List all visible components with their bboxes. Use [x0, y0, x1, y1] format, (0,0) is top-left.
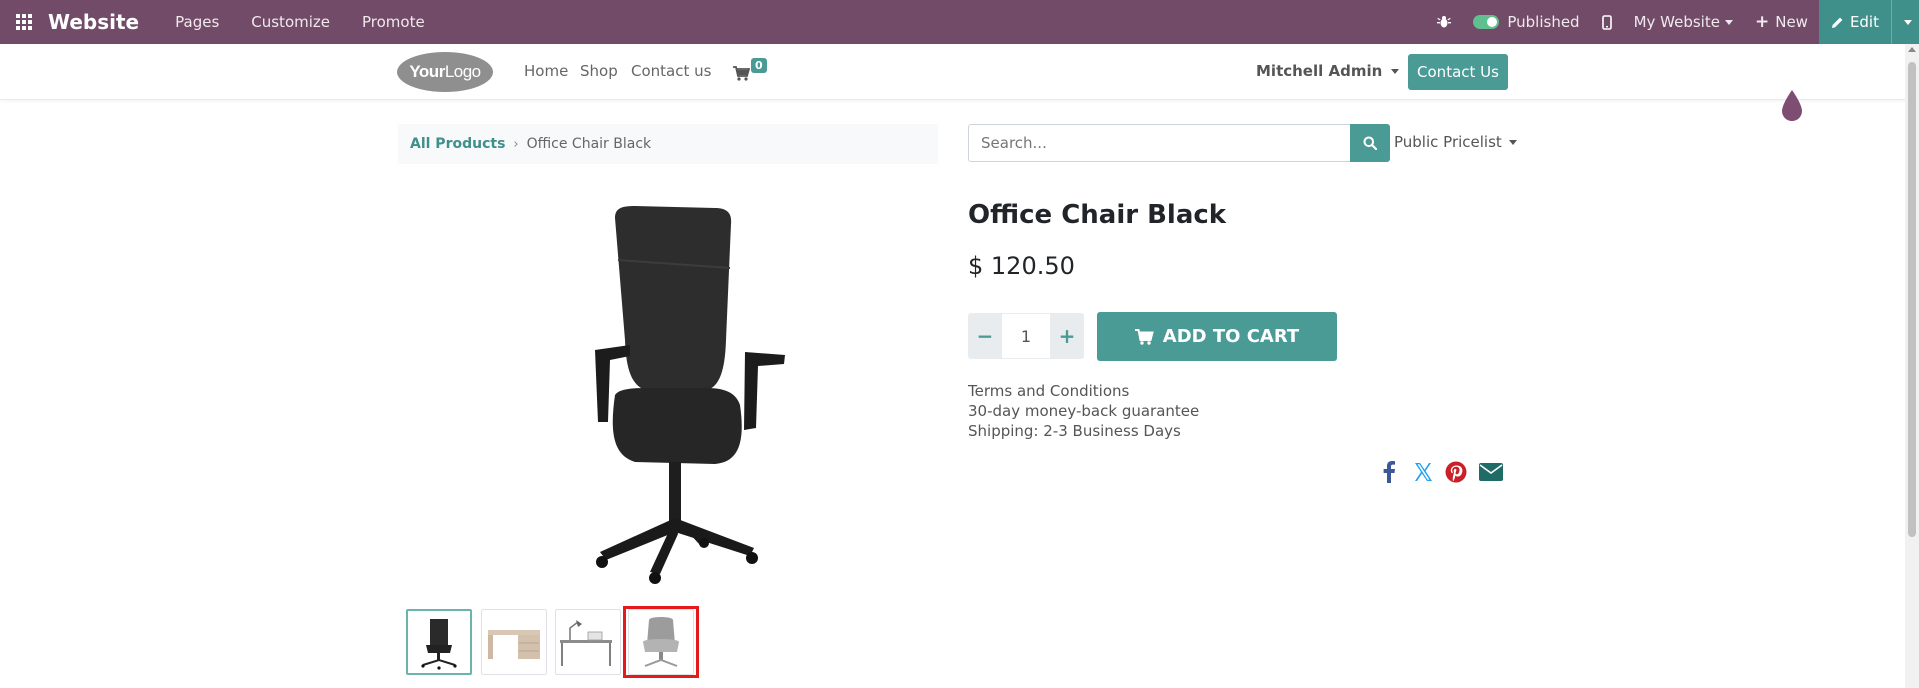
thumbnail-office-chair-black[interactable] [406, 609, 472, 675]
breadcrumb: All Products › Office Chair Black [398, 124, 938, 164]
nav-contact-us[interactable]: Contact us [631, 62, 711, 80]
user-menu[interactable]: Mitchell Admin [1256, 62, 1400, 80]
terms-line-shipping: Shipping: 2-3 Business Days [968, 422, 1181, 440]
nav-shop[interactable]: Shop [580, 62, 618, 80]
new-button[interactable]: + New [1744, 0, 1819, 44]
user-name: Mitchell Admin [1256, 62, 1383, 80]
nav-home[interactable]: Home [524, 62, 568, 80]
debug-bug-icon[interactable] [1426, 0, 1462, 44]
product-search-input[interactable] [968, 124, 1350, 162]
thumbnail-desk-with-lamp[interactable] [555, 609, 621, 675]
chevron-right-icon: › [513, 136, 519, 152]
search-button[interactable] [1350, 124, 1390, 162]
cart-count-badge: 0 [751, 58, 767, 73]
pricelist-label: Public Pricelist [1394, 133, 1502, 151]
terms-line-conditions[interactable]: Terms and Conditions [968, 381, 1199, 401]
app-title[interactable]: Website [48, 10, 139, 34]
site-logo[interactable]: Your Logo [397, 52, 493, 92]
facebook-icon[interactable] [1377, 460, 1401, 484]
pinterest-icon[interactable] [1444, 460, 1468, 484]
desk-lamp-thumbnail-image [560, 620, 612, 666]
edit-label: Edit [1849, 13, 1879, 31]
breadcrumb-current: Office Chair Black [526, 136, 652, 152]
search-icon [1363, 136, 1377, 150]
x-twitter-icon[interactable] [1411, 460, 1435, 484]
quantity-input[interactable]: 1 [1002, 313, 1050, 359]
thumbnail-wooden-desk[interactable] [481, 609, 547, 675]
chair-thumbnail-image [421, 619, 457, 670]
cart-link[interactable]: 0 [733, 58, 773, 85]
chevron-down-icon [1391, 69, 1400, 74]
apps-menu-icon[interactable] [0, 0, 48, 44]
pencil-icon [1831, 17, 1843, 28]
published-label: Published [1507, 13, 1580, 31]
menu-customize[interactable]: Customize [237, 13, 348, 31]
product-main-image[interactable] [540, 200, 800, 600]
breadcrumb-all-products[interactable]: All Products [410, 136, 505, 152]
site-header: Your Logo Home Shop Contact us 0 Mitchell… [0, 44, 1905, 121]
product-price: $ 120.50 [968, 252, 1075, 280]
website-switcher-label: My Website [1633, 13, 1720, 31]
product-title: Office Chair Black [968, 200, 1227, 230]
menu-promote[interactable]: Promote [348, 13, 443, 31]
thumbnail-highlight-box [623, 606, 699, 678]
plus-icon: + [1058, 324, 1076, 348]
menu-pages[interactable]: Pages [161, 13, 237, 31]
shopping-cart-icon [1134, 328, 1154, 345]
website-switcher[interactable]: My Website [1623, 0, 1744, 44]
pricelist-dropdown[interactable]: Public Pricelist [1394, 133, 1517, 151]
terms-line-guarantee: 30-day money-back guarantee [968, 402, 1200, 420]
email-icon[interactable] [1479, 460, 1503, 484]
quantity-increase-button[interactable]: + [1050, 313, 1084, 359]
new-label: New [1775, 13, 1808, 31]
add-to-cart-button[interactable]: ADD TO CART [1097, 312, 1337, 361]
mobile-preview-icon[interactable] [1591, 0, 1623, 44]
edit-dropdown-toggle[interactable] [1891, 0, 1919, 44]
scroll-up-arrow-icon[interactable] [1908, 47, 1916, 52]
chevron-down-icon [1724, 19, 1733, 25]
plus-icon: + [1754, 12, 1770, 32]
minus-icon: − [976, 324, 994, 348]
admin-navbar: Website Pages Customize Promote Publishe… [0, 0, 1919, 44]
scrollbar-thumb[interactable] [1908, 62, 1916, 537]
contact-us-button[interactable]: Contact Us [1408, 54, 1508, 90]
edit-button[interactable]: Edit [1818, 0, 1891, 44]
shopping-cart-icon [733, 66, 750, 81]
logo-text-light: Logo [444, 62, 481, 81]
publish-toggle[interactable]: Published [1462, 0, 1590, 44]
theme-drop-icon [1782, 90, 1802, 121]
chevron-down-icon [1508, 140, 1517, 145]
add-to-cart-label: ADD TO CART [1162, 326, 1300, 347]
logo-text-bold: Your [409, 62, 445, 81]
quantity-decrease-button[interactable]: − [968, 313, 1002, 359]
chevron-down-icon [1904, 19, 1912, 25]
product-terms: Terms and Conditions 30-day money-back g… [968, 381, 1199, 441]
published-switch[interactable] [1473, 15, 1500, 29]
desk-thumbnail-image [488, 630, 540, 659]
